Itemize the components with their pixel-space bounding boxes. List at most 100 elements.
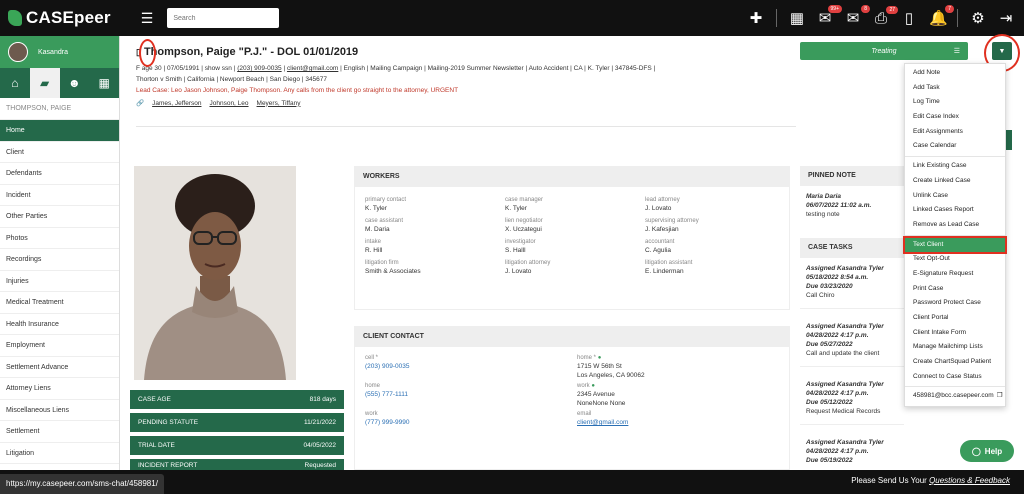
worker-field: litigation attorney J. Lovato [505,260,645,275]
contact-work-address: work ● 2345 Avenue NoneNone None [577,383,789,407]
client-phone-link[interactable]: (203) 909-0035 [237,65,281,72]
menu-item-e-signature-request[interactable]: E-Signature Request [905,267,1005,282]
home-icon[interactable]: ⌂ [0,68,30,98]
sidebar-item-miscellaneous-liens[interactable]: Miscellaneous Liens [0,400,119,421]
casepeer-logo[interactable]: CASEpeer [8,8,111,28]
menu-item-link-existing-case[interactable]: Link Existing Case [905,159,1005,174]
menu-item-create-chartsquad-patient[interactable]: Create ChartSquad Patient [905,355,1005,370]
related-case-link[interactable]: Meyers, Tiffany [257,100,301,107]
help-button[interactable]: ◯ Help [960,440,1014,462]
task-item[interactable]: Assigned Kasandra Tyler 05/18/2022 8:54 … [806,264,884,300]
menu-item-edit-case-index[interactable]: Edit Case Index [905,110,1005,125]
sidebar-item-other-parties[interactable]: Other Parties [0,206,119,228]
related-case-link[interactable]: James, Jefferson [152,100,201,107]
stat-value: 04/05/2022 [303,442,336,449]
menu-item-linked-cases-report[interactable]: Linked Cases Report [905,203,1005,218]
related-case-link[interactable]: Johnson, Leo [209,100,248,107]
sidebar-item-injuries[interactable]: Injuries [0,271,119,292]
sidebar-item-defendants[interactable]: Defendants [0,163,119,185]
home-phone-link[interactable]: (555) 777-1111 [365,391,577,398]
gear-icon[interactable]: ⚙ [970,9,986,27]
sidebar-item-recordings[interactable]: Recordings [0,249,119,271]
sidebar-item-litigation[interactable]: Litigation [0,443,119,464]
menu-item-connect-to-case-status[interactable]: Connect to Case Status [905,370,1005,385]
menu-item-edit-assignments[interactable]: Edit Assignments [905,125,1005,140]
case-status-selector[interactable]: Treating ☰ [800,42,968,60]
bell-icon[interactable]: 🔔 7 [929,5,954,27]
sidebar-item-attorney-liens[interactable]: Attorney Liens [0,378,119,400]
workers-panel: WORKERS primary contact K. Tyler case man… [354,166,790,310]
menu-item-bcc-email[interactable]: 458981@bcc.casepeer.com ❐ [905,389,1005,404]
client-photo[interactable] [134,166,296,380]
menu-item-add-note[interactable]: Add Note [905,66,1005,81]
menu-item-client-portal[interactable]: Client Portal [905,311,1005,326]
home-label: home [365,383,381,389]
home-address-line2: Los Angeles, CA 90062 [577,372,645,379]
sidebar-item-incident[interactable]: Incident [0,185,119,206]
messages-icon[interactable]: ✉ 8 [845,5,870,27]
users-icon[interactable]: ☻ [60,68,90,98]
cell-phone-link[interactable]: (203) 909-0035 [365,363,577,370]
task-due: Due 03/23/2020 [806,283,853,290]
mail-icon[interactable]: ✉ 99+ [817,5,842,27]
chat-bubble-icon: ◯ [971,446,981,456]
sidebar-item-employment[interactable]: Employment [0,335,119,357]
menu-item-create-linked-case[interactable]: Create Linked Case [905,174,1005,189]
folder-icon[interactable]: ▰ [29,68,60,98]
pinned-note-date: 06/07/2022 11:02 a.m. [806,202,872,209]
client-email-link[interactable]: client@gmail.com [577,419,789,426]
case-title: ▯ Thompson, Paige "P.J." - DOL 01/01/201… [136,46,796,58]
sidebar-item-health-insurance[interactable]: Health Insurance [0,314,119,335]
task-item[interactable]: Assigned Kasandra Tyler 04/28/2022 4:17 … [806,438,884,465]
pinned-note: Maria Daria 06/07/2022 11:02 a.m. testin… [806,192,871,219]
notifications-badge: 7 [945,5,954,13]
worker-label: lead attorney [645,197,680,203]
main-content: ▯ Thompson, Paige "P.J." - DOL 01/01/201… [120,36,1024,470]
mobile-icon[interactable]: ▯ [901,9,917,27]
sidebar-item-medical-treatment[interactable]: Medical Treatment [0,292,119,314]
menu-item-client-intake-form[interactable]: Client Intake Form [905,326,1005,341]
task-item[interactable]: Assigned Kasandra Tyler 04/28/2022 4:17 … [806,380,884,416]
feedback-link[interactable]: Questions & Feedback [929,476,1010,485]
logout-icon[interactable]: ⇥ [998,9,1014,27]
work-label: work [365,411,378,417]
hamburger-menu-icon[interactable]: ☰ [141,10,154,27]
worker-field: lien negotiator X. Uczategui [505,218,645,233]
copy-icon[interactable]: ❐ [997,389,1003,404]
calendar-icon[interactable]: ▦ [89,68,119,98]
sidebar-item-home[interactable]: Home [0,120,119,142]
user-box[interactable]: Kasandra [0,36,119,68]
add-icon[interactable]: ✚ [748,9,764,27]
menu-item-add-task[interactable]: Add Task [905,81,1005,96]
lead-case-note: Lead Case: Leo Jason Johnson, Paige Thom… [136,87,459,94]
menu-item-text-client[interactable]: Text Client [903,235,1007,255]
menu-item-remove-as-lead-case[interactable]: Remove as Lead Case [905,218,1005,233]
inbox-icon[interactable]: ⎙ 27 [873,5,898,27]
task-date: 04/28/2022 4:17 p.m. [806,332,869,339]
search-input[interactable] [167,8,280,28]
worker-label: investigator [505,239,536,245]
task-item[interactable]: Assigned Kasandra Tyler 04/28/2022 4:17 … [806,322,884,358]
map-pin-icon[interactable]: ● [598,355,602,361]
work-address-label-text: work [577,383,590,389]
menu-item-text-opt-out[interactable]: Text Opt-Out [905,252,1005,267]
home-address-label-text: home * [577,355,597,361]
sidebar-item-client[interactable]: Client [0,142,119,163]
menu-item-print-case[interactable]: Print Case [905,282,1005,297]
menu-item-password-protect-case[interactable]: Password Protect Case [905,296,1005,311]
sidebar-item-photos[interactable]: Photos [0,228,119,249]
menu-item-manage-mailchimp-lists[interactable]: Manage Mailchimp Lists [905,340,1005,355]
client-email-link[interactable]: client@gmail.com [287,65,338,72]
menu-item-log-time[interactable]: Log Time [905,95,1005,110]
menu-item-unlink-case[interactable]: Unlink Case [905,189,1005,204]
contact-email: email client@gmail.com [577,411,789,426]
worker-value: J. Kafesjian [645,226,679,233]
menu-item-case-calendar[interactable]: Case Calendar [905,139,1005,154]
calendar-icon[interactable]: ▦ [789,9,805,27]
pinned-note-author: Maria Daria [806,193,842,200]
divider [957,9,958,27]
work-phone-link[interactable]: (777) 999-9990 [365,419,577,426]
sidebar-item-settlement[interactable]: Settlement [0,421,119,443]
map-pin-icon[interactable]: ● [591,383,595,389]
sidebar-item-settlement-advance[interactable]: Settlement Advance [0,357,119,378]
